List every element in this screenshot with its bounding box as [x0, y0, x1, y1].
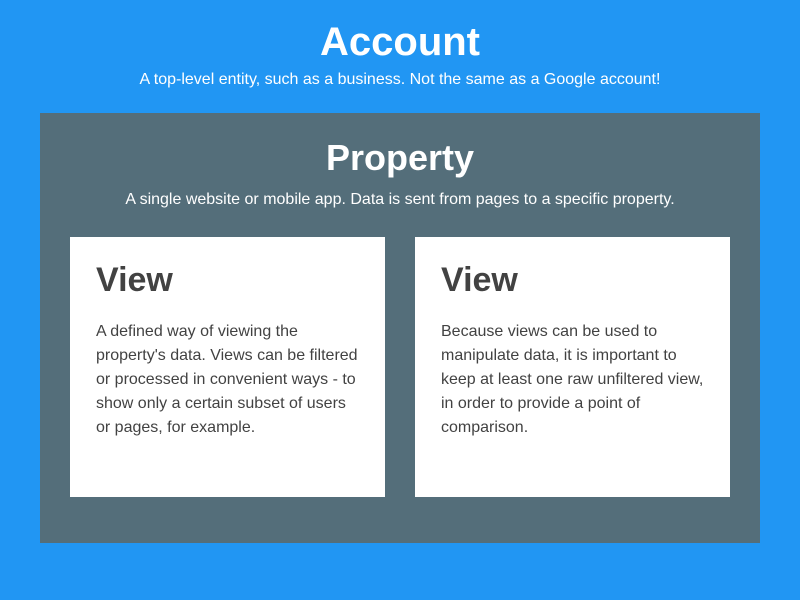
property-title: Property — [70, 137, 730, 179]
view-title: View — [96, 261, 359, 300]
view-title: View — [441, 261, 704, 300]
property-container: Property A single website or mobile app.… — [40, 113, 760, 543]
account-title: Account — [40, 20, 760, 65]
views-row: View A defined way of viewing the proper… — [70, 237, 730, 497]
view-card-2: View Because views can be used to manipu… — [415, 237, 730, 497]
property-description: A single website or mobile app. Data is … — [70, 191, 730, 209]
view-description: A defined way of viewing the property's … — [96, 320, 359, 440]
account-container: Account A top-level entity, such as a bu… — [0, 0, 800, 600]
view-description: Because views can be used to manipulate … — [441, 320, 704, 440]
account-description: A top-level entity, such as a business. … — [40, 71, 760, 89]
view-card-1: View A defined way of viewing the proper… — [70, 237, 385, 497]
